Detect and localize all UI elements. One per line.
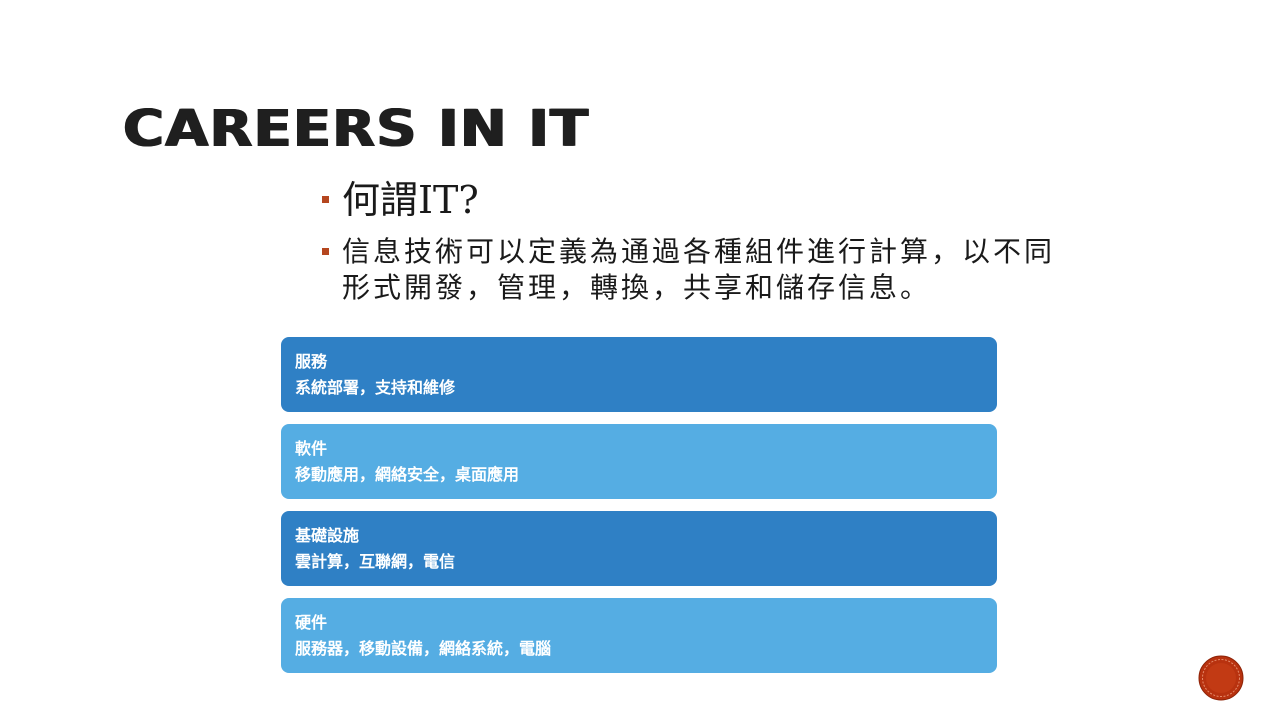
block-services: 服務 系統部署，支持和維修: [281, 337, 997, 412]
bullet-text: 何謂IT?: [342, 178, 479, 222]
bullet-text: 信息技術可以定義為通過各種組件進行計算，以不同形式開發，管理，轉換，共享和儲存信…: [342, 235, 1056, 304]
block-detail: 雲計算，互聯網，電信: [295, 552, 456, 571]
bullet-marker-icon: [322, 248, 329, 255]
block-infrastructure: 基礎設施 雲計算，互聯網，電信: [281, 511, 997, 586]
bullet-item-definition: 信息技術可以定義為通過各種組件進行計算，以不同形式開發，管理，轉換，共享和儲存信…: [322, 234, 1082, 306]
red-circle-logo-icon: [1198, 655, 1244, 701]
block-software: 軟件 移動應用，網絡安全，桌面應用: [281, 424, 997, 499]
slide: Careers in IT 何謂IT? 信息技術可以定義為通過各種組件進行計算，…: [0, 0, 1280, 720]
category-blocks: 服務 系統部署，支持和維修 軟件 移動應用，網絡安全，桌面應用 基礎設施 雲計算…: [281, 337, 997, 685]
block-heading: 服務: [295, 352, 328, 371]
block-hardware: 硬件 服務器，移動設備，網絡系統，電腦: [281, 598, 997, 673]
slide-title: Careers in IT: [123, 100, 590, 159]
block-heading: 軟件: [295, 439, 328, 458]
block-heading: 基礎設施: [295, 526, 360, 545]
block-detail: 系統部署，支持和維修: [295, 378, 456, 397]
block-detail: 服務器，移動設備，網絡系統，電腦: [295, 639, 552, 658]
block-detail: 移動應用，網絡安全，桌面應用: [295, 465, 520, 484]
bullet-marker-icon: [322, 196, 329, 203]
block-heading: 硬件: [295, 613, 328, 632]
bullet-item-what-is-it: 何謂IT?: [322, 176, 1082, 224]
bullet-list: 何謂IT? 信息技術可以定義為通過各種組件進行計算，以不同形式開發，管理，轉換，…: [322, 176, 1082, 306]
